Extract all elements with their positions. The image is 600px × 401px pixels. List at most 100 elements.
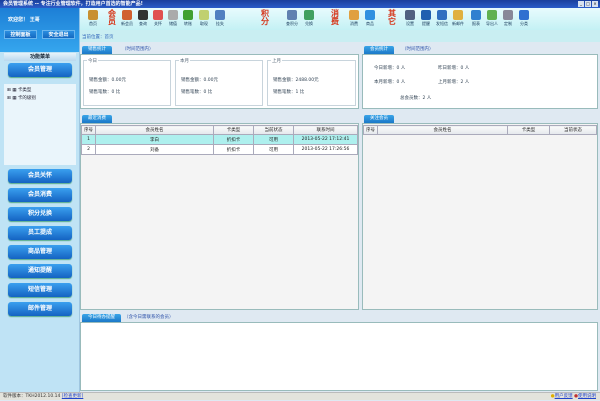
table-row[interactable]: 2 刘备 折扣卡 可用 2013-05-22 17:26:56 [81, 144, 358, 155]
toolbar-button-label: 报表 [472, 21, 480, 26]
toolbar-button[interactable]: 转账 [181, 10, 195, 27]
breadcrumb-bar [80, 30, 600, 42]
column-header[interactable]: 卡类型 [213, 125, 254, 135]
last-month-new: 上月新增：2 人 [438, 80, 470, 85]
column-header[interactable]: 序号 [363, 125, 378, 135]
recent-table: 序号 会员姓名 卡类型 当前状态 联系时间 1 李白 折扣卡 可用 2013-05-22… [81, 125, 358, 155]
column-header[interactable]: 序号 [81, 125, 96, 135]
toolbar-button[interactable]: 新邮件 [451, 10, 465, 27]
toolbar-button-label: 挂失 [216, 21, 224, 26]
toolbar-button[interactable]: 关怀 [151, 10, 165, 27]
minimize-button[interactable]: _ [578, 1, 584, 7]
follow-panel [362, 123, 598, 310]
group-title: 本月 [179, 58, 190, 64]
toolbar-button-label: 取现 [200, 21, 208, 26]
group-title: 今日 [87, 58, 98, 64]
toolbar-button[interactable]: 消费 [347, 10, 361, 27]
breadcrumb-current[interactable]: 首页 [105, 35, 114, 40]
sidebar-button[interactable]: 积分兑换 [8, 207, 72, 221]
sidebar-button[interactable]: 短信管理 [8, 283, 72, 297]
heart-icon [153, 10, 163, 20]
member-note: （时间范围内） [402, 47, 434, 52]
close-button[interactable]: × [592, 1, 598, 7]
window-controls: _ □ × [578, 1, 598, 7]
breadcrumb-prefix: 当前位置： [82, 35, 105, 40]
manual-link[interactable]: 使用说明 [578, 394, 596, 399]
toolbar-button[interactable]: 发短信 [435, 10, 449, 27]
toolbar-button[interactable]: 首页 [86, 10, 100, 27]
consume-icon [349, 10, 359, 20]
home-icon [88, 10, 98, 20]
toolbar-button-label: 查询 [139, 21, 147, 26]
sidebar-button[interactable]: 员工提成 [8, 226, 72, 240]
table-row[interactable]: 1 李白 折扣卡 可用 2013-05-22 17:12:41 [81, 134, 358, 145]
logout-button[interactable]: 安全退出 [42, 30, 75, 39]
toolbar-group-1[interactable]: 积分 [260, 10, 270, 26]
toolbar-button[interactable]: 商品 [363, 10, 377, 27]
toolbar-button-label: 消费 [350, 21, 358, 26]
toolbar-button[interactable]: 查积分 [285, 10, 299, 27]
feedback-link[interactable]: 用户反馈 [555, 394, 573, 399]
maximize-button[interactable]: □ [585, 1, 591, 7]
toolbar-button[interactable]: 提醒 [419, 10, 433, 27]
toolbar-group-0[interactable]: 会员 [107, 10, 117, 26]
tab-followed-members[interactable]: 关注会员 [364, 115, 394, 123]
toolbar-button-label: 转账 [184, 21, 192, 26]
tree-node[interactable]: ⊞ ▦ 卡类型 [7, 87, 31, 93]
toolbar-button[interactable]: 导出人 [485, 10, 499, 27]
column-header[interactable]: 卡类型 [507, 125, 550, 135]
toolbar-button-label: 储值 [169, 21, 177, 26]
column-header[interactable]: 会员姓名 [95, 125, 214, 135]
toolbar-group-2[interactable]: 消费 [330, 10, 340, 26]
tab-sales-stats[interactable]: 销售统计 [82, 46, 112, 54]
toolbar-button[interactable]: 挂失 [213, 10, 227, 27]
toolbar-button[interactable]: 设置 [403, 10, 417, 27]
toolbar-button-label: 查积分 [286, 21, 298, 26]
sidebar-button[interactable]: 邮件管理 [8, 302, 72, 316]
toolbar-button[interactable]: 报表 [469, 10, 483, 27]
sales-group-month: 本月 销售金额：0.00元 销售笔数：0 比 [175, 58, 263, 106]
control-panel-button[interactable]: 控制面板 [4, 30, 37, 39]
sidebar-button[interactable]: 商品管理 [8, 245, 72, 259]
todo-textarea[interactable] [80, 322, 598, 391]
cell: 折扣卡 [213, 144, 254, 155]
product-icon [365, 10, 375, 20]
cell: 可用 [253, 144, 294, 155]
column-header[interactable]: 联系时间 [293, 125, 358, 135]
toolbar-button[interactable]: 定制 [501, 10, 515, 27]
cell: 刘备 [95, 144, 214, 155]
toolbar-button[interactable]: 查询 [136, 10, 150, 27]
binoculars-icon [138, 10, 148, 20]
tab-recent-consumption[interactable]: 最近消费 [82, 115, 112, 123]
tree-node[interactable]: ⊞ ▦ 卡的级别 [7, 95, 36, 101]
column-header[interactable]: 当前状态 [253, 125, 294, 135]
member-management-button[interactable]: 会员管理 [8, 63, 72, 77]
toolbar-button[interactable]: 兑换 [302, 10, 316, 27]
sidebar-button[interactable]: 会员消费 [8, 188, 72, 202]
tab-todo[interactable]: 今日待办提醒 [82, 314, 121, 322]
column-header[interactable]: 会员姓名 [377, 125, 508, 135]
toolbar-button-label: 分类 [520, 21, 528, 26]
toolbar-button-label: 商品 [366, 21, 374, 26]
toolbar-button[interactable]: 分类 [517, 10, 531, 27]
toolbar-button-label: 定制 [504, 21, 512, 26]
toolbar-button-label: 新会员 [121, 21, 133, 26]
group-title: 上月 [271, 58, 282, 64]
toolbar-button[interactable]: 储值 [166, 10, 180, 27]
follow-table: 序号 会员姓名 卡类型 当前状态 [363, 125, 597, 135]
exchange-icon [304, 10, 314, 20]
sales-group-last-month: 上月 销售金额：2488.00元 销售笔数：1 比 [267, 58, 356, 106]
toolbar-button-label: 提醒 [422, 21, 430, 26]
sidebar-button[interactable]: 通知提醒 [8, 264, 72, 278]
title-bar: 会员管理系统 -- 专注行业管理软件，打造用户首选的智能产品! [0, 0, 600, 8]
sidebar-button[interactable]: 会员关怀 [8, 169, 72, 183]
sales-amount: 销售金额：0.00元 [181, 78, 219, 83]
table-header: 序号 会员姓名 卡类型 当前状态 [363, 125, 597, 135]
toolbar-button[interactable]: 取现 [197, 10, 211, 27]
toolbar-button[interactable]: 新会员 [120, 10, 134, 27]
tab-member-stats[interactable]: 会员统计 [364, 46, 394, 54]
column-header[interactable]: 当前状态 [549, 125, 597, 135]
toolbar-group-3[interactable]: 其它 [387, 10, 397, 26]
check-update-link[interactable]: [检查更新] [62, 394, 84, 399]
wand-icon [519, 10, 529, 20]
